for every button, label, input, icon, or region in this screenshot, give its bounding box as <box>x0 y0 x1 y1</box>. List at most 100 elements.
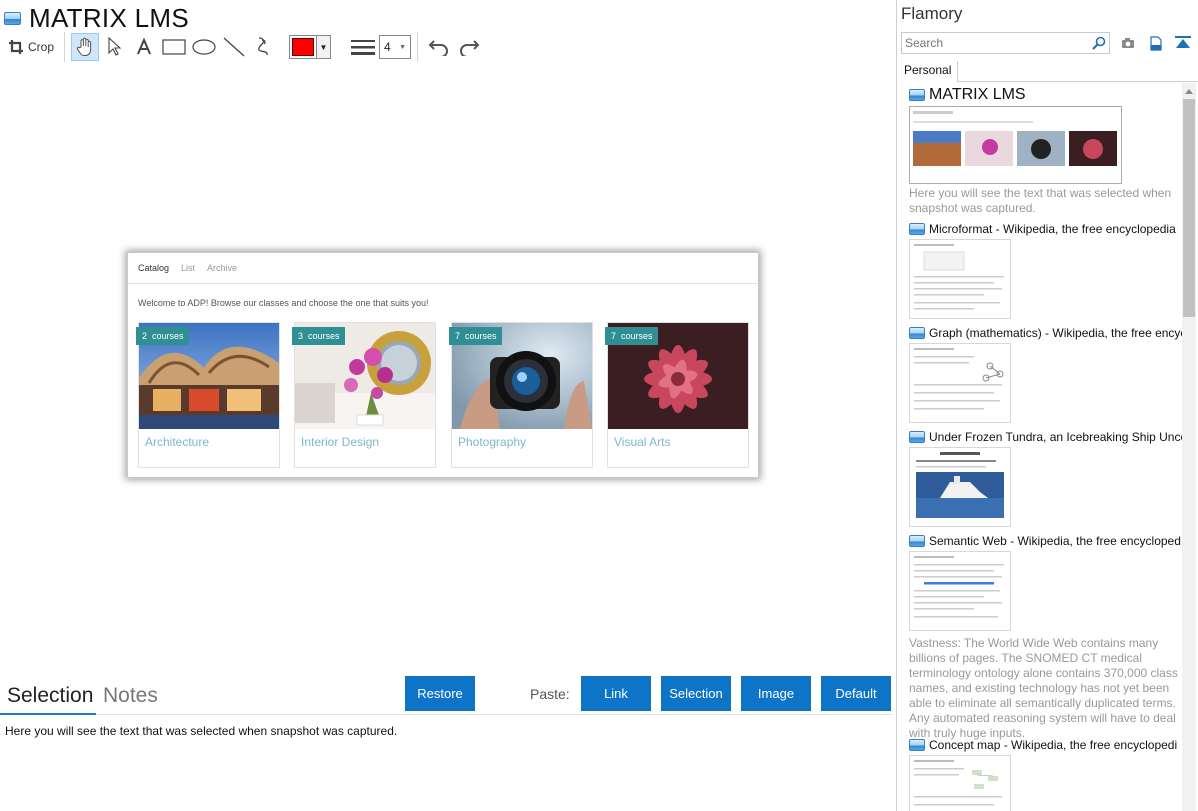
ellipse-tool-button[interactable] <box>189 33 219 61</box>
list-item-title: MATRIX LMS <box>929 86 1026 103</box>
sidebar-scrollbar[interactable] <box>1182 83 1196 811</box>
page-icon <box>909 535 925 547</box>
app-window: MATRIX LMS Crop ▼ 4 ▼ Catalog List Archi… <box>0 0 1198 811</box>
tab-notes[interactable]: Notes <box>103 684 158 708</box>
drawing-toolbar: Crop ▼ 4 ▼ <box>4 32 484 62</box>
ellipse-icon <box>192 39 216 55</box>
list-item[interactable]: Graph (mathematics) - Wikipedia, the fre… <box>909 326 1182 423</box>
page-icon <box>909 739 925 751</box>
line-icon <box>223 37 245 57</box>
divider <box>128 283 758 284</box>
search-box <box>901 32 1110 54</box>
list-item-thumbnail <box>909 343 1011 423</box>
list-item[interactable]: MATRIX LMS Here you will see the text th… <box>909 86 1171 215</box>
tab-selection[interactable]: Selection <box>7 684 93 708</box>
toolbar-separator <box>64 32 66 62</box>
course-category-name: Interior Design <box>301 435 380 449</box>
list-item-title: Under Frozen Tundra, an Icebreaking Ship… <box>929 430 1182 444</box>
toolbar-separator <box>417 32 419 62</box>
list-item-thumbnail <box>909 551 1011 631</box>
document-icon <box>4 11 21 25</box>
text-icon <box>137 38 151 55</box>
hand-tool-button[interactable] <box>71 33 100 61</box>
rectangle-icon <box>162 39 186 55</box>
list-item-thumbnail <box>909 755 1011 811</box>
line-tool-button[interactable] <box>219 33 249 61</box>
paste-link-button[interactable]: Link <box>581 676 651 711</box>
selection-text-area[interactable]: Here you will see the text that was sele… <box>5 724 397 738</box>
document-title-bar: MATRIX LMS <box>4 3 189 33</box>
undo-icon <box>428 40 449 56</box>
page-icon <box>909 327 925 339</box>
list-item-title: Concept map - Wikipedia, the free encycl… <box>929 738 1178 752</box>
course-count-badge: 7 courses <box>605 327 658 345</box>
paste-selection-button[interactable]: Selection <box>661 676 731 711</box>
sidebar-tabs: Personal <box>898 61 1198 82</box>
redo-icon <box>460 40 480 56</box>
list-item-thumbnail <box>909 106 1122 184</box>
list-item[interactable]: Under Frozen Tundra, an Icebreaking Ship… <box>909 430 1182 527</box>
snapshot-list: MATRIX LMS Here you will see the text th… <box>898 83 1182 811</box>
course-card-photography: 7 courses Photography <box>449 322 593 468</box>
text-tool-button[interactable] <box>129 33 159 61</box>
active-tab-indicator <box>0 713 96 715</box>
scrollbar-thumb[interactable] <box>1183 99 1195 317</box>
redo-button[interactable] <box>454 33 484 61</box>
list-item[interactable]: Semantic Web - Wikipedia, the free encyc… <box>909 534 1181 740</box>
paste-default-button[interactable]: Default <box>821 676 891 711</box>
freehand-tool-button[interactable] <box>249 33 279 61</box>
stroke-color-picker[interactable]: ▼ <box>289 35 332 59</box>
course-category-name: Photography <box>458 435 527 449</box>
course-category-name: Architecture <box>145 435 210 449</box>
list-item-thumbnail <box>909 239 1011 319</box>
flamory-sidebar: Flamory Personal MATRIX LMS <box>898 0 1198 811</box>
hand-icon <box>76 37 92 56</box>
snapshot-tabs: Catalog List Archive <box>138 263 237 273</box>
undo-button[interactable] <box>424 33 454 61</box>
document-icon[interactable] <box>1148 35 1164 51</box>
list-item[interactable]: Microformat - Wikipedia, the free encycl… <box>909 222 1176 319</box>
tab-personal[interactable]: Personal <box>898 61 959 82</box>
list-item-description: Vastness: The World Wide Web contains ma… <box>909 636 1178 740</box>
course-category-name: Visual Arts <box>614 435 671 449</box>
rectangle-tool-button[interactable] <box>159 33 189 61</box>
page-icon <box>909 223 925 235</box>
list-item[interactable]: Concept map - Wikipedia, the free encycl… <box>909 738 1178 811</box>
snapshot-welcome-text: Welcome to ADP! Browse our classes and c… <box>138 298 429 308</box>
course-card-visual-arts: 7 courses Visual Arts <box>605 322 749 468</box>
document-title: MATRIX LMS <box>29 2 189 33</box>
course-card-architecture: 2 courses Architecture <box>136 322 280 468</box>
select-tool-button[interactable] <box>99 33 129 61</box>
snapshot-tab-catalog: Catalog <box>138 263 170 273</box>
list-item-description: Here you will see the text that was sele… <box>909 186 1172 215</box>
list-item-title: Graph (mathematics) - Wikipedia, the fre… <box>929 326 1182 340</box>
chevron-down-icon[interactable]: ▼ <box>316 36 331 58</box>
line-width-value: 4 <box>384 40 391 54</box>
course-card-interior-design: 3 courses Interior Design <box>292 322 436 468</box>
list-item-title: Microformat - Wikipedia, the free encycl… <box>929 222 1176 236</box>
scroll-up-icon[interactable] <box>1185 89 1193 94</box>
cursor-arrow-icon <box>108 37 122 56</box>
list-item-title: Semantic Web - Wikipedia, the free encyc… <box>929 534 1181 548</box>
course-count-badge: 7 courses <box>449 327 502 345</box>
course-count-badge: 3 courses <box>292 327 345 345</box>
page-icon <box>909 89 925 101</box>
list-item-thumbnail <box>909 447 1011 527</box>
snapshot-image[interactable]: Catalog List Archive Welcome to ADP! Bro… <box>127 252 759 478</box>
divider <box>96 714 893 715</box>
camera-icon[interactable] <box>1120 35 1136 51</box>
collapse-top-icon[interactable] <box>1175 35 1191 51</box>
line-width-select[interactable]: 4 ▼ <box>379 35 412 59</box>
restore-button[interactable]: Restore <box>405 676 475 711</box>
sidebar-title: Flamory <box>901 4 963 23</box>
crop-icon <box>9 40 23 54</box>
search-input[interactable] <box>902 33 1089 53</box>
paste-image-button[interactable]: Image <box>741 676 811 711</box>
page-icon <box>909 431 925 443</box>
crop-button[interactable]: Crop <box>4 33 58 61</box>
chevron-down-icon: ▼ <box>399 43 407 51</box>
freehand-icon <box>258 37 268 56</box>
stroke-color-swatch <box>292 38 315 56</box>
search-icon[interactable] <box>1089 36 1109 50</box>
line-width-icon <box>351 33 376 61</box>
